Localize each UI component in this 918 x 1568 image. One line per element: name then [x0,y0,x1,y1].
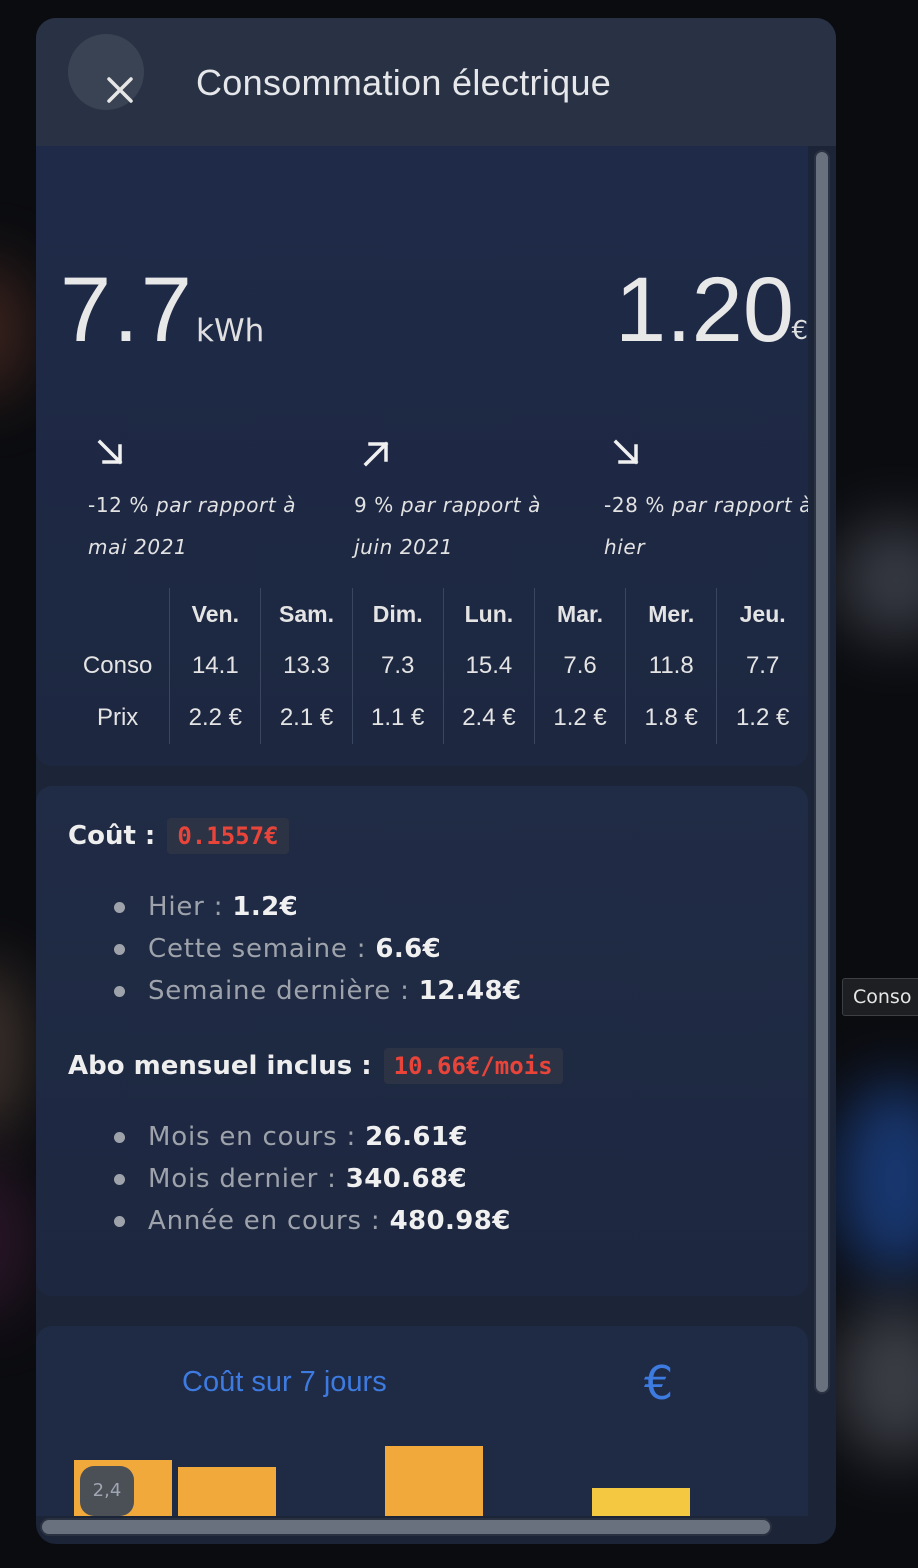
table-corner [66,588,170,640]
table-day-header: Mar. [533,588,626,640]
arrow-down-right-icon [97,439,123,465]
cost-list: Hier : 1.2€ Cette semaine : 6.6€ Semaine… [114,886,522,1012]
item-value: 12.48€ [418,976,522,1006]
trend-text: -28 % par rapport à hier [604,484,808,568]
item-label: Semaine dernière : [148,976,410,1006]
list-item: Semaine dernière : 12.48€ [114,970,522,1012]
bar-value-label: 2,4 [80,1466,134,1516]
table-cell: 15.4 [442,640,535,692]
energy-dialog: Consommation électrique 7.7 kWh 1.20 € -… [36,18,836,1544]
item-label: Année en cours : [148,1206,381,1236]
table-day-header: Lun. [442,588,535,640]
item-value: 340.68€ [345,1164,468,1194]
background-blur [836,520,918,640]
item-label: Hier : [148,892,224,922]
table-cell: 1.2 € [716,692,808,744]
background-blur [0,1160,30,1320]
table-day-header: Sam. [260,588,353,640]
item-value: 6.6€ [375,934,442,964]
table-header-row: Ven. Sam. Dim. Lun. Mar. Mer. Jeu. [66,588,808,640]
row-label-prix: Prix [96,704,139,731]
table-row-prix: Prix 2.2 € 2.1 € 1.1 € 2.4 € 1.2 € 1.8 €… [66,692,808,744]
background-blur [0,260,30,400]
table-cell: 1.1 € [351,692,444,744]
energy-unit: kWh [196,313,265,349]
cost-unit: € [791,316,808,346]
chart-bar [384,1446,483,1516]
table-cell: 2.2 € [169,692,261,744]
subscription-list: Mois en cours : 26.61€ Mois dernier : 34… [114,1116,511,1242]
item-value: 480.98€ [389,1206,511,1236]
table-cell: 2.4 € [442,692,535,744]
table-cell: 7.6 [533,640,626,692]
table-day-header: Jeu. [716,588,808,640]
table-day-header: Ven. [169,588,261,640]
table-cell: 1.8 € [625,692,717,744]
table-day-header: Mer. [625,588,717,640]
subscription-badge: 10.66€/mois [383,1048,563,1084]
trend-percent: -12 % [88,493,150,517]
table-cell: 14.1 [169,640,261,692]
cost-value: 1.20 [614,259,794,361]
chart-title: Coût sur 7 jours [182,1366,387,1398]
dialog-header: Consommation électrique [36,18,836,146]
table-cell: 2.1 € [260,692,353,744]
cost-heading: Coût : 0.1557€ [68,818,289,854]
list-item: Mois dernier : 340.68€ [114,1158,511,1200]
trend-text: -12 % par rapport à mai 2021 [88,484,308,568]
background-blur [0,960,30,1140]
chart-bar [177,1467,276,1516]
cost-label: Coût : [68,821,156,851]
trend-percent: 9 % [354,493,394,517]
table-cell: 7.3 [351,640,444,692]
close-button[interactable] [68,34,144,110]
horizontal-scrollbar[interactable] [40,1518,772,1536]
item-label: Mois dernier : [148,1164,337,1194]
table-cell: 7.7 [716,640,808,692]
unit-price-badge: 0.1557€ [167,818,289,854]
trend-yesterday: -28 % par rapport à hier [604,438,808,568]
trend-text: 9 % par rapport à juin 2021 [354,484,574,568]
dialog-title: Consommation électrique [196,62,612,103]
weekly-table: Ven. Sam. Dim. Lun. Mar. Mer. Jeu. Conso… [66,588,808,744]
table-day-header: Dim. [351,588,444,640]
list-item: Mois en cours : 26.61€ [114,1116,511,1158]
subscription-heading: Abo mensuel inclus : 10.66€/mois [68,1048,563,1084]
background-blur [836,1300,918,1460]
table-row-conso: Conso 14.1 13.3 7.3 15.4 7.6 11.8 7.7 [66,640,808,692]
summary-card: 7.7 kWh 1.20 € -12 % par rapport à mai 2… [36,146,808,766]
cost-card: Coût : 0.1557€ Hier : 1.2€ Cette semaine… [36,786,808,1296]
table-cell: 11.8 [625,640,717,692]
row-label-conso: Conso [82,652,153,679]
trend-month: -12 % par rapport à mai 2021 [88,438,308,568]
subscription-label: Abo mensuel inclus : [68,1051,372,1081]
table-cell: 1.2 € [533,692,626,744]
list-item: Année en cours : 480.98€ [114,1200,511,1242]
background-blur [836,1080,918,1280]
trend-percent: -28 % [604,493,666,517]
chart-bar [591,1488,690,1516]
dialog-content[interactable]: 7.7 kWh 1.20 € -12 % par rapport à mai 2… [36,146,808,1516]
table-cell: 13.3 [260,640,353,692]
arrow-down-right-icon [613,439,639,465]
arrow-up-right-icon [363,441,389,467]
close-icon [107,77,133,103]
item-value: 1.2€ [232,892,299,922]
item-label: Cette semaine : [148,934,367,964]
trend-last-year: 9 % par rapport à juin 2021 [354,438,574,568]
list-item: Cette semaine : 6.6€ [114,928,522,970]
item-label: Mois en cours : [148,1122,357,1152]
vertical-scrollbar[interactable] [814,150,830,1394]
list-item: Hier : 1.2€ [114,886,522,928]
energy-value: 7.7 [60,259,194,361]
item-value: 26.61€ [365,1122,468,1152]
background-tooltip: Conso [842,978,918,1016]
euro-icon[interactable]: € [644,1356,673,1410]
